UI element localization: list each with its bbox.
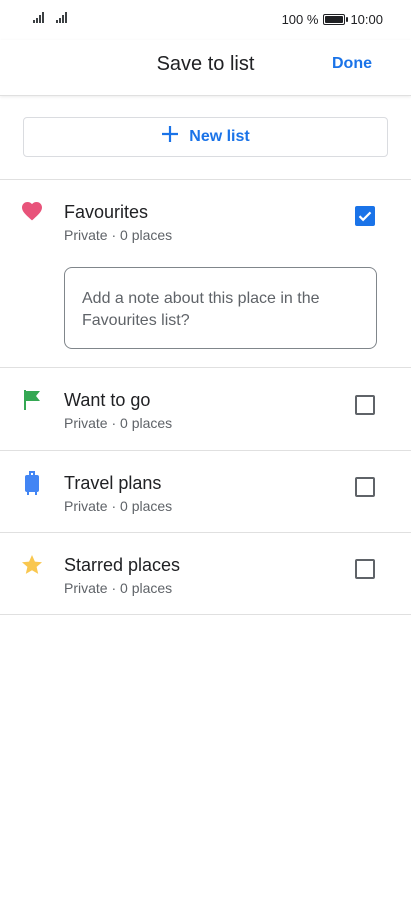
list-subtitle: Private · 0 places (64, 498, 173, 514)
suitcase-icon (20, 470, 44, 495)
signal-icon (56, 12, 67, 23)
list-item-travel-plans[interactable]: Travel plans Private · 0 places (0, 451, 411, 533)
signal-icon (33, 12, 44, 23)
favourites-checkbox[interactable] (355, 206, 375, 226)
app-bar: Save to list Done (0, 40, 411, 96)
divider (0, 614, 411, 615)
status-bar: 100 % 10:00 (0, 0, 411, 40)
note-placeholder: Add a note about this place in the Favou… (82, 290, 320, 329)
new-list-label: New list (189, 128, 250, 145)
list-item-want-to-go[interactable]: Want to go Private · 0 places (0, 368, 411, 450)
list-name: Starred places (64, 555, 181, 575)
want-to-go-checkbox[interactable] (355, 395, 375, 415)
battery-percentage: 100 % (281, 12, 319, 27)
new-list-button[interactable]: New list (23, 117, 388, 157)
list-name: Travel plans (64, 473, 162, 493)
list-subtitle: Private · 0 places (64, 227, 173, 243)
list-subtitle: Private · 0 places (64, 580, 173, 596)
flag-icon (20, 388, 44, 412)
clock: 10:00 (350, 12, 383, 27)
travel-plans-checkbox[interactable] (355, 477, 375, 497)
list-name: Want to go (64, 390, 151, 410)
starred-places-checkbox[interactable] (355, 559, 375, 579)
list-subtitle: Private · 0 places (64, 415, 173, 431)
note-input[interactable]: Add a note about this place in the Favou… (64, 267, 377, 349)
plus-icon (161, 124, 179, 148)
list-item-starred-places[interactable]: Starred places Private · 0 places (0, 533, 411, 615)
star-icon (20, 553, 44, 577)
done-button[interactable]: Done (332, 55, 372, 73)
list-name: Favourites (64, 202, 149, 222)
battery-icon (323, 14, 349, 25)
heart-icon (20, 199, 44, 223)
